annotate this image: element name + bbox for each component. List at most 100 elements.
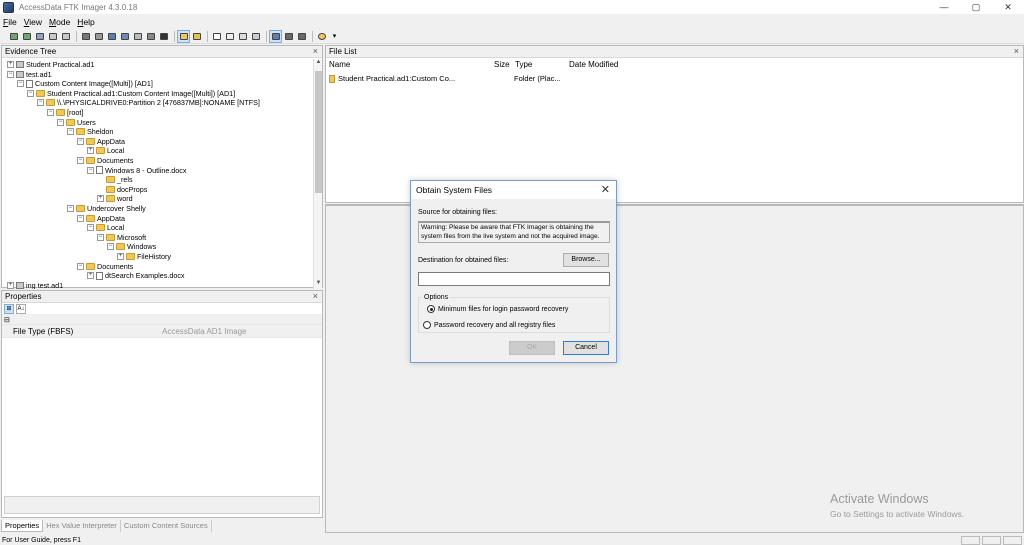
column-size[interactable]: Size xyxy=(494,59,510,71)
close-icon[interactable]: × xyxy=(313,291,318,301)
categorized-icon[interactable]: ⊞ xyxy=(4,303,14,314)
create-disk-image-icon[interactable] xyxy=(80,31,91,42)
menu-file[interactable]: File xyxy=(3,17,17,27)
tree-node[interactable]: _rels xyxy=(97,175,133,184)
scroll-down-icon[interactable]: ▼ xyxy=(314,280,323,289)
cancel-button[interactable]: Cancel xyxy=(563,341,609,355)
tree-node[interactable]: + FileHistory xyxy=(117,252,171,261)
export-logical-image-icon[interactable] xyxy=(106,31,117,42)
help-icon[interactable] xyxy=(316,31,327,42)
collapse-icon[interactable]: − xyxy=(7,70,14,78)
tree-node[interactable]: − Undercover Shelly xyxy=(67,204,146,213)
maximize-button[interactable]: ▢ xyxy=(960,0,992,14)
expand-icon[interactable]: + xyxy=(87,147,94,155)
collapse-icon[interactable]: − xyxy=(87,166,94,174)
tree-node[interactable]: + dtSearch Examples.docx xyxy=(87,271,185,280)
radio-minimum-files[interactable]: Minimum files for login password recover… xyxy=(427,305,568,313)
evidence-tree-toggle-icon[interactable] xyxy=(269,29,282,43)
collapse-icon[interactable]: − xyxy=(77,214,84,222)
tree-node[interactable]: − Microsoft xyxy=(97,233,146,242)
expand-icon[interactable]: + xyxy=(97,195,104,203)
auto-view-icon[interactable] xyxy=(211,31,222,42)
collapse-icon[interactable]: − xyxy=(107,243,114,251)
tree-node[interactable]: − Student Practical.ad1:Custom Content Im… xyxy=(27,89,235,98)
text-view-icon[interactable] xyxy=(224,31,235,42)
radio-selected-icon[interactable] xyxy=(427,305,435,313)
tab-properties[interactable]: Properties xyxy=(1,520,44,532)
evidence-tree-scrollbar[interactable]: ▲ ▼ xyxy=(313,59,322,289)
tree-node[interactable]: − Documents xyxy=(77,156,133,165)
tree-node[interactable]: − Sheldon xyxy=(67,127,113,136)
close-icon[interactable]: × xyxy=(1014,46,1019,56)
expand-icon[interactable]: + xyxy=(7,281,14,289)
browse-button[interactable]: Browse... xyxy=(563,253,609,267)
tree-node[interactable]: − Windows 8 - Outline.docx xyxy=(87,166,187,175)
tab-custom-content-sources[interactable]: Custom Content Sources xyxy=(121,520,212,532)
tree-node[interactable]: − \\.\PHYSICALDRIVE0:Partition 2 [476837M… xyxy=(37,98,260,107)
collapse-icon[interactable]: − xyxy=(67,205,74,212)
properties-toggle-icon[interactable] xyxy=(283,31,294,42)
image-mounting-icon[interactable] xyxy=(34,31,45,42)
file-list-toggle-icon[interactable] xyxy=(296,31,307,42)
menu-view[interactable]: View xyxy=(24,17,42,27)
tree-node[interactable]: + Local xyxy=(87,146,124,155)
detect-encryption-icon[interactable] xyxy=(191,31,202,42)
collapse-icon[interactable]: − xyxy=(77,157,84,164)
scroll-thumb[interactable] xyxy=(315,71,322,193)
tree-node[interactable]: − Windows xyxy=(107,242,156,251)
collapse-icon[interactable]: − xyxy=(87,224,94,232)
column-date-modified[interactable]: Date Modified xyxy=(569,59,618,71)
tree-node[interactable]: + Student Practical.ad1 xyxy=(7,60,94,69)
obtain-protected-files-icon[interactable] xyxy=(177,29,190,43)
tree-node[interactable]: − AppData xyxy=(77,214,125,223)
remove-all-evidence-icon[interactable] xyxy=(60,31,71,42)
tree-node[interactable]: − [root] xyxy=(47,108,83,117)
property-row[interactable]: File Type (FBFS) AccessData AD1 Image xyxy=(2,325,322,338)
verify-drive-icon[interactable] xyxy=(158,31,169,42)
tree-node[interactable]: docProps xyxy=(97,185,147,194)
radio-all-registry[interactable]: Password recovery and all registry files xyxy=(423,321,555,329)
file-list-row[interactable]: Student Practical.ad1:Custom Co... Folde… xyxy=(326,74,1023,84)
capture-memory-icon[interactable] xyxy=(250,31,261,42)
expand-icon[interactable]: + xyxy=(87,272,94,280)
collapse-icon[interactable]: − xyxy=(97,233,104,241)
column-name[interactable]: Name xyxy=(329,59,350,71)
add-all-evidence-icon[interactable] xyxy=(21,31,32,42)
tab-hex-value-interpreter[interactable]: Hex Value Interpreter xyxy=(43,520,121,532)
add-evidence-icon[interactable] xyxy=(8,31,19,42)
close-window-button[interactable]: ✕ xyxy=(992,0,1024,14)
collapse-icon[interactable]: − xyxy=(27,89,34,97)
collapse-icon[interactable]: − xyxy=(17,80,24,88)
minimize-button[interactable]: — xyxy=(928,0,960,14)
export-disk-image-icon[interactable] xyxy=(93,31,104,42)
dropdown-arrow-icon[interactable]: ▾ xyxy=(329,31,340,42)
collapse-icon[interactable]: − xyxy=(37,99,44,107)
hex-view-icon[interactable] xyxy=(237,31,248,42)
tree-node[interactable]: − Documents xyxy=(77,262,133,271)
collapse-icon[interactable]: − xyxy=(47,109,54,116)
properties-category[interactable]: ⊟ xyxy=(2,315,322,325)
column-type[interactable]: Type xyxy=(515,59,532,71)
collapse-icon[interactable]: ⊟ xyxy=(4,316,10,324)
close-icon[interactable]: ✕ xyxy=(601,183,610,196)
radio-unselected-icon[interactable] xyxy=(423,321,431,329)
destination-input[interactable] xyxy=(418,272,610,286)
scroll-up-icon[interactable]: ▲ xyxy=(314,59,323,68)
menu-mode[interactable]: Mode xyxy=(49,17,70,27)
tree-node[interactable]: + word xyxy=(97,194,133,203)
collapse-icon[interactable]: − xyxy=(77,137,84,145)
tree-node[interactable]: − AppData xyxy=(77,137,125,146)
tree-node[interactable]: + ing test.ad1 xyxy=(7,281,63,289)
close-icon[interactable]: × xyxy=(313,46,318,56)
sort-alphabetical-icon[interactable]: A↓ xyxy=(16,303,26,314)
tree-node[interactable]: − Local xyxy=(87,223,124,232)
remove-evidence-icon[interactable] xyxy=(47,31,58,42)
menu-help[interactable]: Help xyxy=(77,17,94,27)
add-custom-content-icon[interactable] xyxy=(119,31,130,42)
ok-button[interactable]: OK xyxy=(509,341,555,355)
collapse-icon[interactable]: − xyxy=(77,262,84,270)
tree-node[interactable]: − Custom Content Image([Multi]) [AD1] xyxy=(17,79,153,88)
decrypt-ad1-icon[interactable] xyxy=(145,31,156,42)
expand-icon[interactable]: + xyxy=(117,253,124,260)
collapse-icon[interactable]: − xyxy=(67,128,74,136)
